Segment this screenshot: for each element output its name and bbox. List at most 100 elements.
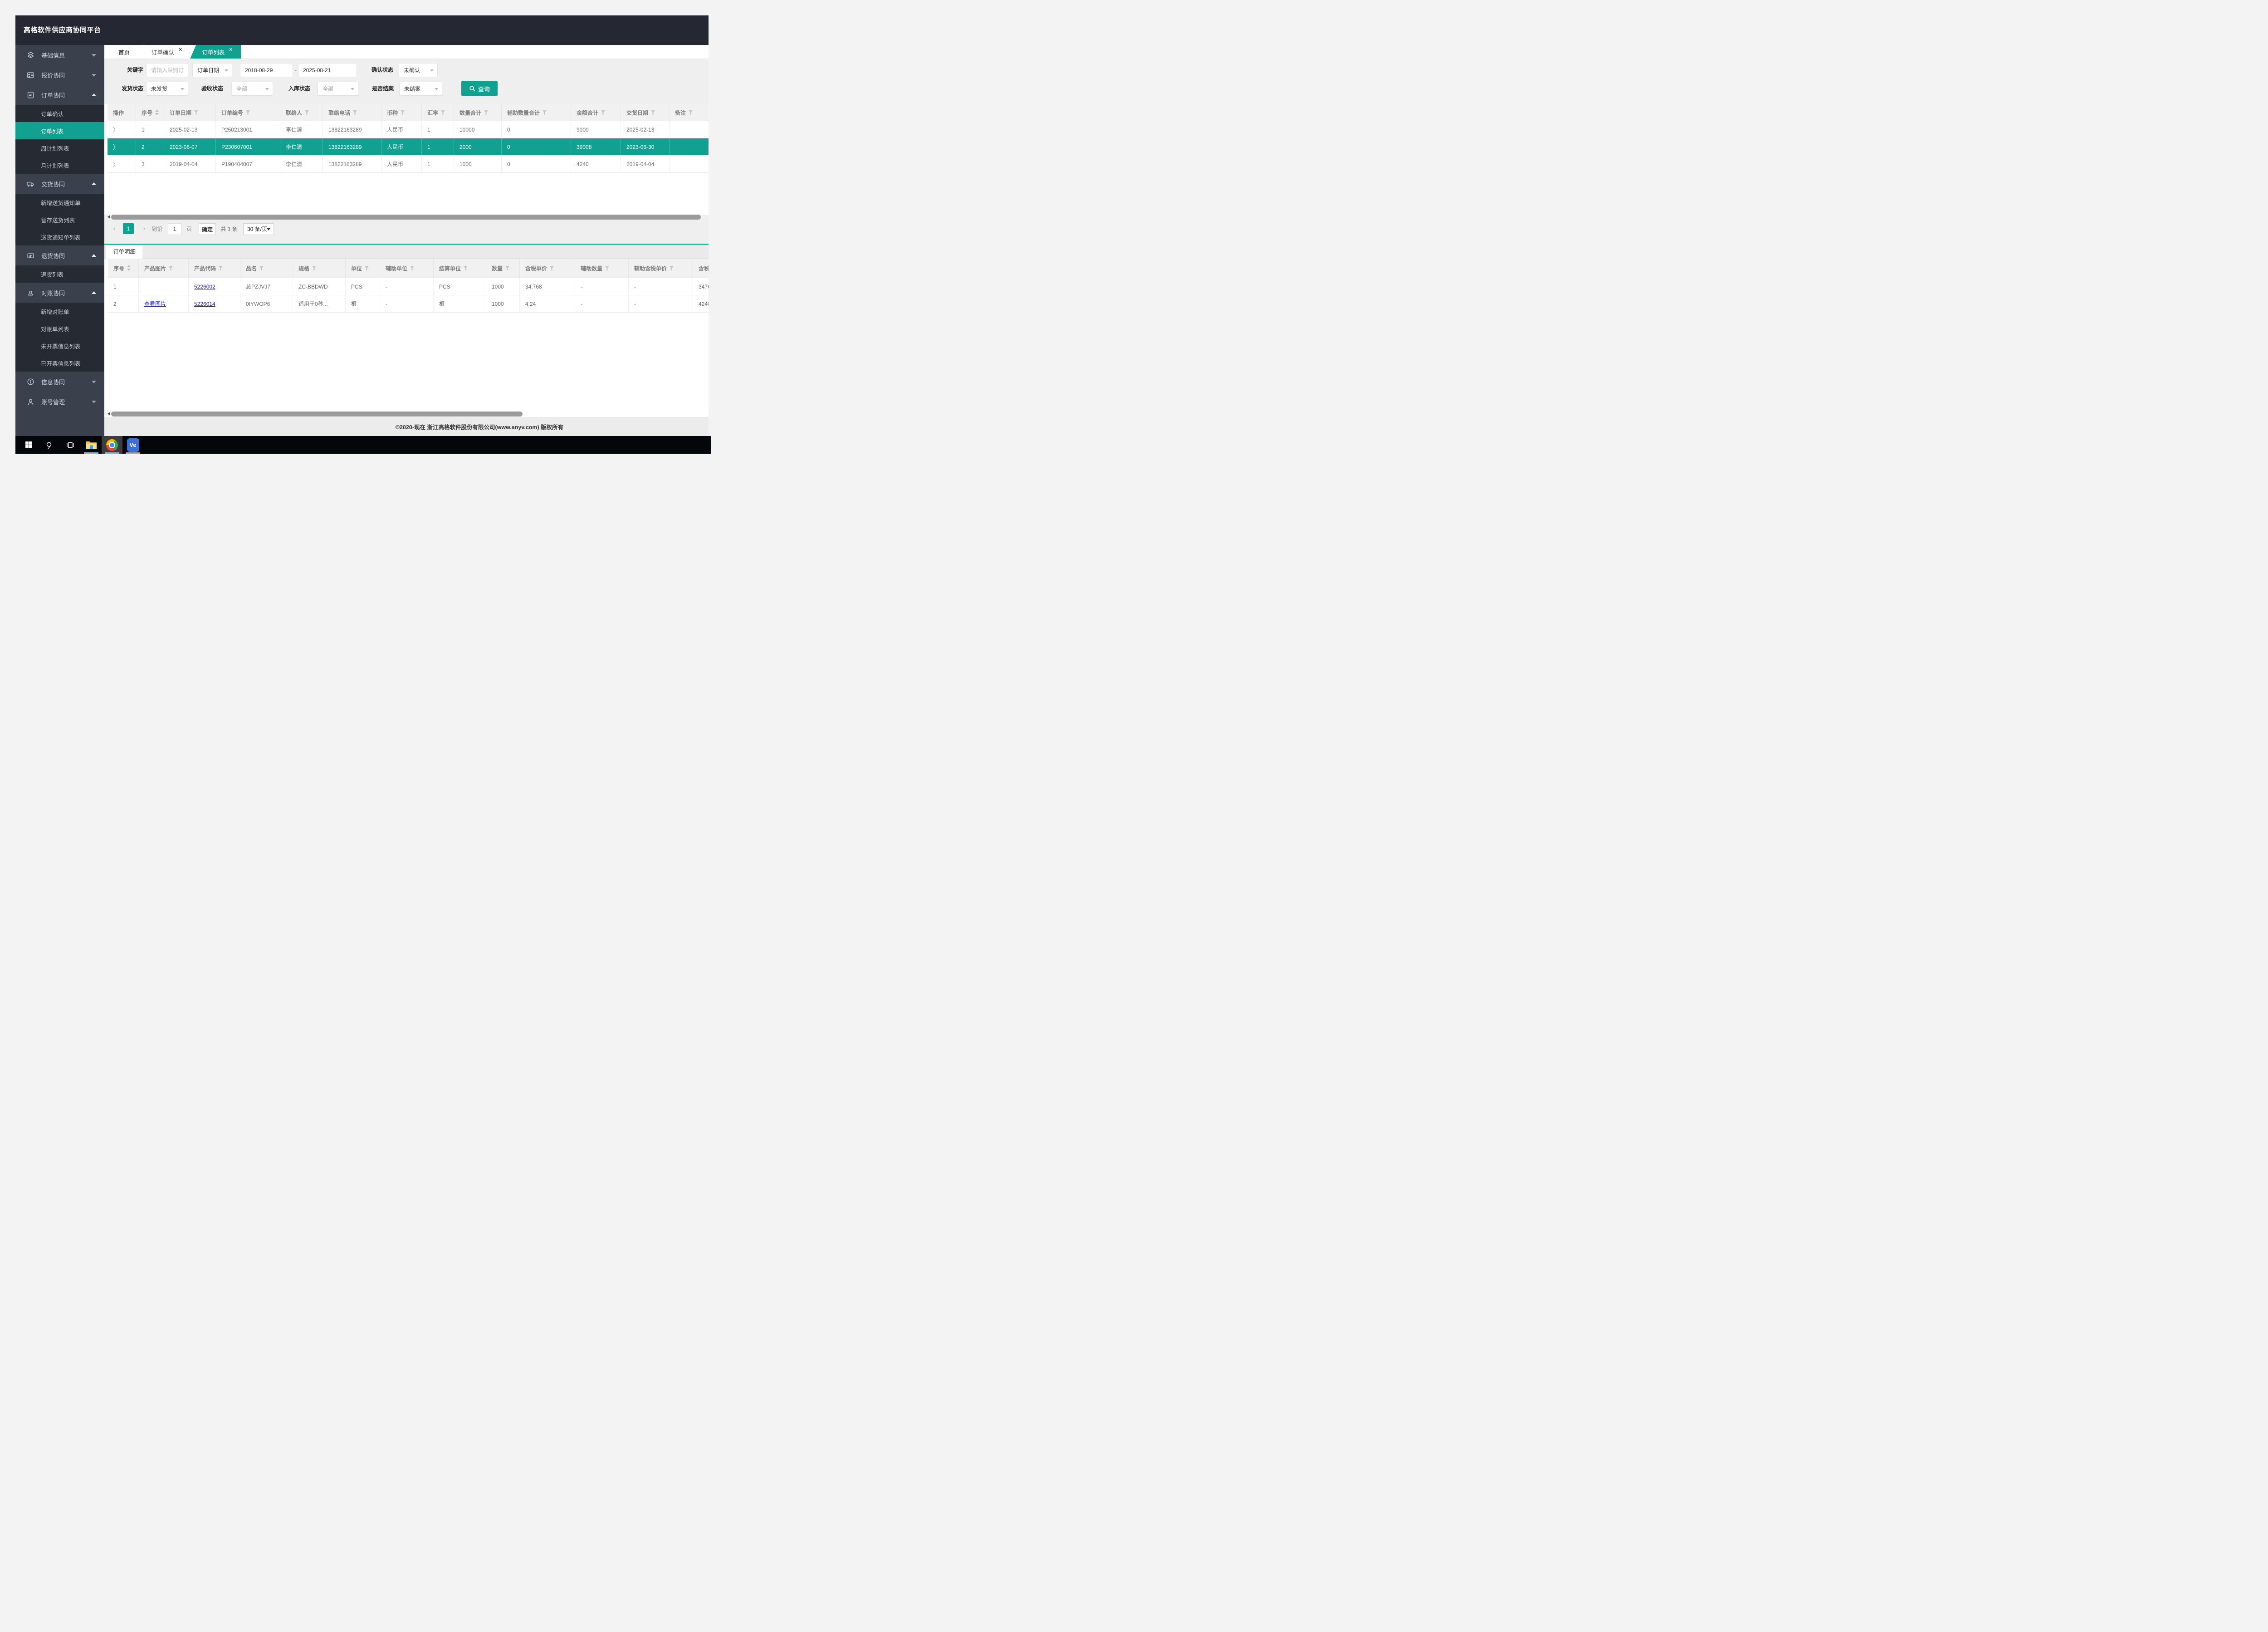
column-header-aux-qty[interactable]: 辅助数量 xyxy=(575,259,629,278)
filter-funnel-icon[interactable] xyxy=(543,110,547,115)
taskbar-search-button[interactable] xyxy=(39,436,60,454)
sidebar-item-info-collab[interactable]: 信息协同 xyxy=(15,372,104,392)
filter-funnel-icon[interactable] xyxy=(353,110,357,115)
sidebar-item-month-plan-list[interactable]: 月计划列表 xyxy=(15,157,104,174)
column-header-currency[interactable]: 币种 xyxy=(381,104,422,121)
expand-row-icon[interactable]: 〉 xyxy=(113,125,119,134)
date-to-input[interactable]: 2025-08-21 xyxy=(298,63,357,77)
filter-funnel-icon[interactable] xyxy=(505,266,509,271)
sidebar-item-reconcile-collab[interactable]: 对账协同 xyxy=(15,283,104,303)
search-button[interactable]: 查询 xyxy=(461,81,498,96)
cell-product-code[interactable]: 5226002 xyxy=(189,278,240,295)
sidebar-item-week-plan-list[interactable]: 周计划列表 xyxy=(15,139,104,157)
filter-funnel-icon[interactable] xyxy=(305,110,309,115)
column-header-settle-unit[interactable]: 结算单位 xyxy=(434,259,486,278)
close-icon[interactable]: ✕ xyxy=(229,48,233,53)
filter-funnel-icon[interactable] xyxy=(441,110,445,115)
sidebar-item-return-list[interactable]: 退货列表 xyxy=(15,265,104,283)
filter-funnel-icon[interactable] xyxy=(550,266,554,271)
tab-order-list[interactable]: 订单列表✕ xyxy=(190,45,241,59)
tab-order-detail[interactable]: 订单明细 xyxy=(106,245,142,259)
goto-page-input[interactable] xyxy=(168,223,181,235)
page-size-select[interactable]: 30 条/页 xyxy=(243,223,274,235)
taskbar-chrome-button[interactable] xyxy=(102,436,122,454)
taskbar-ve-button[interactable]: Ve xyxy=(122,436,143,454)
sidebar-item-quote-collab[interactable]: 报价协同 xyxy=(15,65,104,85)
filter-funnel-icon[interactable] xyxy=(605,266,609,271)
next-page-button[interactable]: › xyxy=(140,223,149,234)
column-header-qty-total[interactable]: 数量合计 xyxy=(454,104,502,121)
filter-funnel-icon[interactable] xyxy=(484,110,488,115)
keyword-input[interactable] xyxy=(151,67,183,74)
expand-row-icon[interactable]: 〉 xyxy=(113,160,119,168)
expand-row-icon[interactable]: 〉 xyxy=(113,142,119,151)
sidebar-item-new-delivery-notice[interactable]: 新增送货通知单 xyxy=(15,194,104,211)
column-header-phone[interactable]: 联络电话 xyxy=(323,104,381,121)
column-header-amount-total[interactable]: 金额合计 xyxy=(571,104,621,121)
sidebar-item-temp-delivery-list[interactable]: 暂存送货列表 xyxy=(15,211,104,228)
date-from-input[interactable]: 2018-08-29 xyxy=(240,63,293,77)
tab-home[interactable]: 首页 xyxy=(104,45,144,59)
taskbar-start-button[interactable] xyxy=(18,436,39,454)
column-header-product-code[interactable]: 产品代码 xyxy=(189,259,240,278)
sidebar-item-return-collab[interactable]: 退货协同 xyxy=(15,245,104,265)
date-type-select[interactable]: 订单日期 xyxy=(192,63,232,77)
sidebar-item-invoiced-list[interactable]: 已开票信息列表 xyxy=(15,354,104,372)
prev-page-button[interactable]: ‹ xyxy=(110,223,119,234)
column-header-aux-tax-price[interactable]: 辅助含税单价 xyxy=(629,259,693,278)
column-header-product-image[interactable]: 产品图片 xyxy=(139,259,189,278)
cell-link[interactable]: 5226014 xyxy=(194,301,215,307)
cell-product-code[interactable]: 5226014 xyxy=(189,295,240,312)
scroll-left-arrow-icon[interactable] xyxy=(106,412,110,416)
filter-funnel-icon[interactable] xyxy=(464,266,468,271)
confirm-status-select[interactable]: 未确认 xyxy=(399,63,438,77)
sidebar-item-uninvoiced-list[interactable]: 未开票信息列表 xyxy=(15,337,104,354)
ship-status-select[interactable]: 未发货 xyxy=(146,82,188,96)
cell-product-image[interactable]: 查看图片 xyxy=(139,295,189,312)
filter-funnel-icon[interactable] xyxy=(601,110,605,115)
stockin-status-select[interactable]: 全部 xyxy=(318,82,358,96)
filter-funnel-icon[interactable] xyxy=(259,266,264,271)
column-header-seq[interactable]: 序号 xyxy=(108,259,139,278)
filter-funnel-icon[interactable] xyxy=(689,110,693,115)
column-header-tax-amount[interactable]: 含税金额 xyxy=(693,259,709,278)
cell-link[interactable]: 查看图片 xyxy=(144,300,166,308)
table-row[interactable]: 〉32019-04-04P190404007李仁清13822163289人民币1… xyxy=(108,156,709,173)
column-header-product-name[interactable]: 品名 xyxy=(240,259,293,278)
close-icon[interactable]: ✕ xyxy=(178,48,182,53)
cell-op[interactable]: 〉 xyxy=(108,121,136,138)
goto-confirm-button[interactable]: 确定 xyxy=(199,223,216,235)
column-header-tax-price[interactable]: 含税单价 xyxy=(520,259,575,278)
column-header-order-no[interactable]: 订单编号 xyxy=(216,104,280,121)
sidebar-item-reconcile-list[interactable]: 对账单列表 xyxy=(15,320,104,337)
table-row[interactable]: 2查看图片52260140IYWOP6适用于0秒...根-根10004.24--… xyxy=(108,295,709,313)
scroll-left-arrow-icon[interactable] xyxy=(106,215,110,219)
filter-funnel-icon[interactable] xyxy=(219,266,223,271)
taskbar-task-view-button[interactable] xyxy=(60,436,81,454)
column-header-spec[interactable]: 规格 xyxy=(293,259,346,278)
column-header-aux-qty-total[interactable]: 辅助数量合计 xyxy=(502,104,571,121)
sidebar-item-delivery-collab[interactable]: 交货协同 xyxy=(15,174,104,194)
column-header-aux-unit[interactable]: 辅助单位 xyxy=(380,259,434,278)
sidebar-item-base-info[interactable]: 基础信息 xyxy=(15,45,104,65)
cell-op[interactable]: 〉 xyxy=(108,156,136,172)
filter-funnel-icon[interactable] xyxy=(365,266,369,271)
column-header-rate[interactable]: 汇率 xyxy=(422,104,454,121)
column-header-order-date[interactable]: 订单日期 xyxy=(164,104,216,121)
table-row[interactable]: 15226002总PZJVJ7ZC-BBDWDPCS-PCS100034.768… xyxy=(108,278,709,295)
sidebar-item-delivery-notice-list[interactable]: 送货通知单列表 xyxy=(15,228,104,245)
column-header-remark[interactable]: 备注 xyxy=(670,104,709,121)
sidebar-item-order-list[interactable]: 订单列表 xyxy=(15,122,104,139)
filter-funnel-icon[interactable] xyxy=(312,266,316,271)
sidebar-item-order-collab[interactable]: 订单协同 xyxy=(15,85,104,105)
filter-funnel-icon[interactable] xyxy=(410,266,414,271)
filter-funnel-icon[interactable] xyxy=(194,110,198,115)
sidebar-item-account-mgmt[interactable]: 账号管理 xyxy=(15,392,104,412)
column-header-seq[interactable]: 序号 xyxy=(136,104,164,121)
sidebar-item-new-reconcile[interactable]: 新增对账单 xyxy=(15,303,104,320)
orders-scrollbar-thumb[interactable] xyxy=(111,215,701,220)
filter-funnel-icon[interactable] xyxy=(670,266,674,271)
page-1-button[interactable]: 1 xyxy=(123,223,134,234)
column-header-delivery-date[interactable]: 交货日期 xyxy=(621,104,670,121)
sidebar-item-order-confirm[interactable]: 订单确认 xyxy=(15,105,104,122)
